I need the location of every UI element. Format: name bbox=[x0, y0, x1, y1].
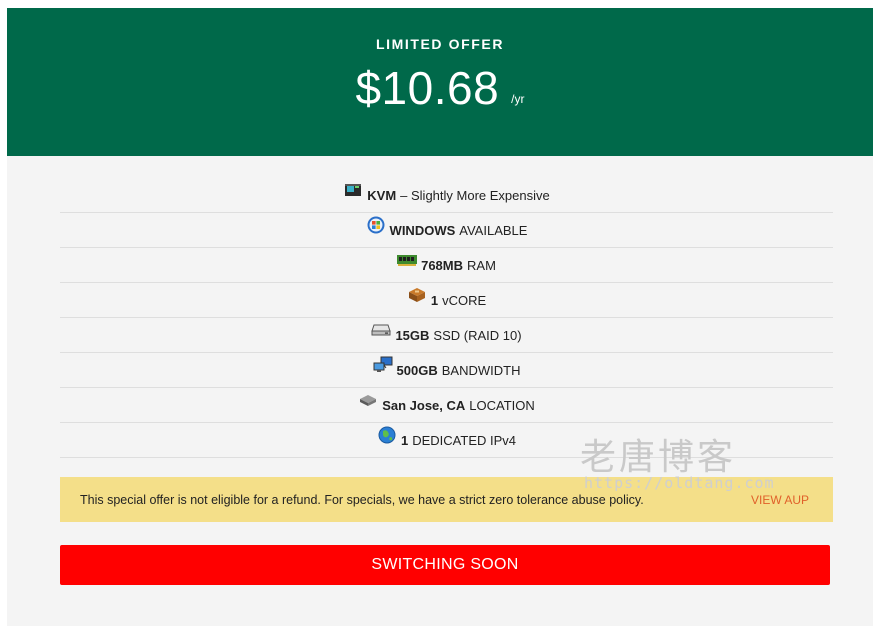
refund-notice: This special offer is not eligible for a… bbox=[60, 477, 833, 522]
feature-row-bandwidth: 500GB BANDWIDTH bbox=[60, 353, 833, 388]
location-drive-icon bbox=[358, 390, 378, 410]
feature-label: – Slightly More Expensive bbox=[400, 187, 550, 203]
price-amount: $10.68 bbox=[355, 62, 500, 114]
ram-stick-icon bbox=[397, 250, 418, 270]
feature-value: 500GB bbox=[396, 362, 438, 378]
feature-value: San Jose, CA bbox=[382, 397, 466, 413]
feature-list: KVM – Slightly More Expensive WINDOWS AV… bbox=[60, 178, 833, 458]
feature-value: 1 bbox=[400, 432, 409, 448]
feature-row-storage: 15GB SSD (RAID 10) bbox=[60, 318, 833, 353]
server-box-icon bbox=[343, 180, 363, 200]
offer-label: LIMITED OFFER bbox=[375, 36, 505, 52]
feature-row-virtualization: KVM – Slightly More Expensive bbox=[60, 178, 833, 213]
view-aup-link[interactable]: VIEW AUP bbox=[751, 493, 809, 507]
network-computers-icon bbox=[373, 355, 393, 375]
feature-label: DEDICATED IPv4 bbox=[412, 432, 516, 448]
pricing-card: LIMITED OFFER $10.68 /yr KVM – Slightly … bbox=[7, 8, 873, 626]
feature-row-ip: 1 DEDICATED IPv4 bbox=[60, 423, 833, 458]
feature-value: 1 bbox=[430, 292, 439, 308]
feature-label: vCORE bbox=[442, 292, 487, 308]
hard-drive-icon bbox=[371, 320, 392, 340]
feature-row-location: San Jose, CA LOCATION bbox=[60, 388, 833, 423]
feature-label: AVAILABLE bbox=[459, 222, 528, 238]
feature-row-ram: 768MB RAM bbox=[60, 248, 833, 283]
feature-value: 768MB bbox=[421, 257, 464, 273]
notice-text: This special offer is not eligible for a… bbox=[80, 492, 644, 507]
feature-row-cpu: 1 vCORE bbox=[60, 283, 833, 318]
globe-icon bbox=[377, 425, 397, 445]
cpu-chip-icon bbox=[407, 285, 427, 305]
feature-label: RAM bbox=[467, 257, 496, 273]
price-period: /yr bbox=[511, 92, 525, 106]
price-row: $10.68 /yr bbox=[7, 60, 873, 116]
feature-value: WINDOWS bbox=[389, 222, 456, 238]
feature-value: KVM bbox=[367, 187, 397, 203]
feature-row-windows: WINDOWS AVAILABLE bbox=[60, 213, 833, 248]
feature-label: LOCATION bbox=[469, 397, 535, 413]
feature-label: BANDWIDTH bbox=[441, 362, 521, 378]
windows-logo-icon bbox=[366, 215, 386, 235]
switching-soon-button[interactable]: SWITCHING SOON bbox=[60, 545, 830, 585]
pricing-header: LIMITED OFFER $10.68 /yr bbox=[7, 8, 873, 156]
feature-value: 15GB bbox=[395, 327, 430, 343]
feature-label: SSD (RAID 10) bbox=[433, 327, 522, 343]
